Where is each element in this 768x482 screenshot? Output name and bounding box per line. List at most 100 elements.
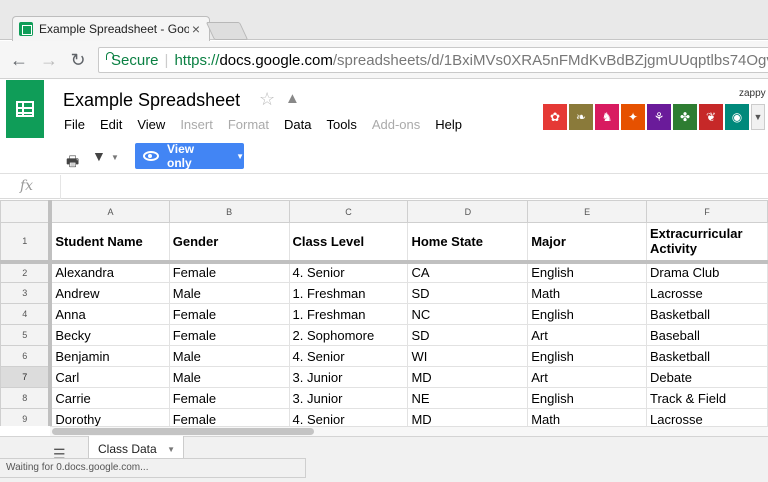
cell[interactable]: NE <box>407 387 529 409</box>
cell[interactable]: Andrew <box>49 282 170 304</box>
cell[interactable]: Female <box>168 324 290 346</box>
row-number[interactable]: 8 <box>0 387 53 409</box>
cell[interactable]: Becky <box>49 324 170 346</box>
cell[interactable]: 2. Sophomore <box>288 324 409 346</box>
view-only-button[interactable]: View only ▼ <box>135 142 244 170</box>
row-number[interactable]: 6 <box>0 345 53 367</box>
addon-icon[interactable]: ◉ <box>725 104 749 130</box>
filter-dropdown-icon[interactable]: ▼ <box>111 153 119 162</box>
cell[interactable]: Carrie <box>49 387 170 409</box>
addon-icon[interactable]: ❦ <box>699 104 723 130</box>
cell[interactable]: Baseball <box>646 324 768 346</box>
cell[interactable]: Anna <box>49 303 170 325</box>
new-tab-button[interactable] <box>205 22 249 40</box>
column-header[interactable]: E <box>527 200 648 223</box>
cell[interactable]: Female <box>168 408 290 426</box>
row-number[interactable]: 3 <box>0 282 53 304</box>
cell[interactable]: 1. Freshman <box>288 282 409 304</box>
browser-tab[interactable]: Example Spreadsheet - Goo × <box>12 16 210 41</box>
cell[interactable]: Lacrosse <box>646 408 768 426</box>
cell[interactable]: Dorothy <box>49 408 170 426</box>
star-icon[interactable]: ☆ <box>259 89 275 110</box>
header-cell[interactable]: Gender <box>168 222 290 264</box>
header-cell[interactable]: Extracurricular Activity <box>646 222 768 264</box>
print-icon[interactable]: 🖶 <box>66 151 79 175</box>
cell[interactable]: Female <box>168 303 290 325</box>
formula-input[interactable] <box>60 175 768 199</box>
addon-icon[interactable]: ✤ <box>673 104 697 130</box>
cell[interactable]: SD <box>407 282 529 304</box>
addon-icon[interactable]: ⚘ <box>647 104 671 130</box>
cell[interactable]: English <box>527 387 648 409</box>
cell[interactable]: Art <box>527 366 648 388</box>
cell[interactable]: Female <box>168 261 290 283</box>
drive-folder-icon[interactable]: ▲ <box>285 90 300 107</box>
menu-format[interactable]: Format <box>228 117 269 132</box>
account-name[interactable]: zappy <box>739 88 766 99</box>
addon-icon[interactable]: ✦ <box>621 104 645 130</box>
cell[interactable]: SD <box>407 324 529 346</box>
cell[interactable]: 3. Junior <box>288 366 409 388</box>
cell[interactable]: MD <box>407 408 529 426</box>
menu-file[interactable]: File <box>64 117 85 132</box>
cell[interactable]: NC <box>407 303 529 325</box>
close-tab-icon[interactable]: × <box>189 21 203 37</box>
cell[interactable]: 4. Senior <box>288 261 409 283</box>
cell[interactable]: Female <box>168 387 290 409</box>
filter-icon[interactable]: ▼ <box>92 148 106 164</box>
row-number[interactable]: 1 <box>0 222 53 264</box>
row-number[interactable]: 5 <box>0 324 53 346</box>
header-cell[interactable]: Major <box>527 222 648 264</box>
cell[interactable]: CA <box>407 261 529 283</box>
row-number[interactable]: 7 <box>0 366 53 388</box>
chevron-down-icon[interactable]: ▼ <box>167 445 175 454</box>
cell[interactable]: Drama Club <box>646 261 768 283</box>
menu-view[interactable]: View <box>137 117 165 132</box>
menu-data[interactable]: Data <box>284 117 311 132</box>
cell[interactable]: Art <box>527 324 648 346</box>
cell[interactable]: Math <box>527 408 648 426</box>
sheets-home-logo[interactable] <box>6 80 44 138</box>
cell[interactable]: 4. Senior <box>288 345 409 367</box>
menu-add-ons[interactable]: Add-ons <box>372 117 420 132</box>
cell[interactable]: Alexandra <box>49 261 170 283</box>
cell[interactable]: English <box>527 303 648 325</box>
header-cell[interactable]: Student Name <box>49 222 170 264</box>
cell[interactable]: Lacrosse <box>646 282 768 304</box>
addon-more-icon[interactable]: ▼ <box>751 104 765 130</box>
addon-icon[interactable]: ♞ <box>595 104 619 130</box>
row-number[interactable]: 4 <box>0 303 53 325</box>
cell[interactable]: 3. Junior <box>288 387 409 409</box>
cell[interactable]: Benjamin <box>49 345 170 367</box>
cell[interactable]: English <box>527 261 648 283</box>
cell[interactable]: Male <box>168 345 290 367</box>
scrollbar-thumb[interactable] <box>52 428 314 435</box>
cell[interactable]: WI <box>407 345 529 367</box>
cell[interactable]: Debate <box>646 366 768 388</box>
forward-arrow-icon[interactable]: → <box>39 50 59 70</box>
horizontal-scrollbar[interactable] <box>50 426 768 436</box>
addon-icon[interactable]: ✿ <box>543 104 567 130</box>
cell[interactable]: 1. Freshman <box>288 303 409 325</box>
menu-help[interactable]: Help <box>435 117 462 132</box>
cell[interactable]: English <box>527 345 648 367</box>
document-title[interactable]: Example Spreadsheet <box>63 90 240 111</box>
column-header[interactable]: A <box>49 200 170 223</box>
column-header[interactable]: D <box>407 200 529 223</box>
cell[interactable]: Track & Field <box>646 387 768 409</box>
back-arrow-icon[interactable]: ← <box>9 50 29 70</box>
column-header[interactable]: F <box>646 200 768 223</box>
addon-icon[interactable]: ❧ <box>569 104 593 130</box>
menu-tools[interactable]: Tools <box>326 117 356 132</box>
header-cell[interactable]: Home State <box>407 222 529 264</box>
cell[interactable]: Basketball <box>646 303 768 325</box>
cell[interactable]: Male <box>168 282 290 304</box>
cell[interactable]: Carl <box>49 366 170 388</box>
cell[interactable]: Basketball <box>646 345 768 367</box>
menu-insert[interactable]: Insert <box>180 117 213 132</box>
column-header[interactable]: C <box>288 200 409 223</box>
cell[interactable]: Math <box>527 282 648 304</box>
cell[interactable]: MD <box>407 366 529 388</box>
cell[interactable]: Male <box>168 366 290 388</box>
header-cell[interactable]: Class Level <box>288 222 409 264</box>
